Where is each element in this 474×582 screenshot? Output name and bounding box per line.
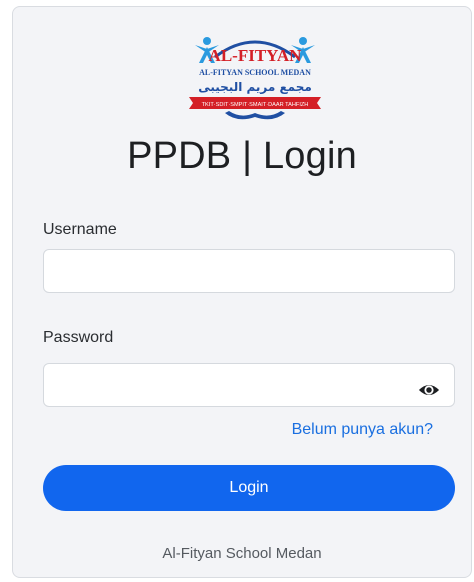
school-logo: AL-FITYAN AL-FITYAN SCHOOL MEDAN مجمع مر… xyxy=(189,37,321,120)
password-input[interactable] xyxy=(43,363,455,407)
logo-ribbon-text: TKIT·SDIT·SMPIT·SMAIT·DAAR TAHFIZH xyxy=(202,102,309,108)
login-card: AL-FITYAN AL-FITYAN SCHOOL MEDAN مجمع مر… xyxy=(12,6,472,578)
signup-link[interactable]: Belum punya akun? xyxy=(292,421,433,439)
eye-icon[interactable] xyxy=(418,379,440,401)
logo-subtitle: AL-FITYAN SCHOOL MEDAN xyxy=(199,68,311,77)
logo-hands xyxy=(225,111,285,120)
username-label: Username xyxy=(43,221,117,238)
footer-text: Al-Fityan School Medan xyxy=(162,545,322,562)
page-title: PPDB | Login xyxy=(127,135,357,177)
username-input[interactable] xyxy=(43,249,455,293)
login-button[interactable]: Login xyxy=(43,465,455,511)
logo-arabic: مجمع مريم البجيبى xyxy=(198,80,312,94)
password-label: Password xyxy=(43,329,114,346)
logo-name: AL-FITYAN xyxy=(209,46,303,65)
